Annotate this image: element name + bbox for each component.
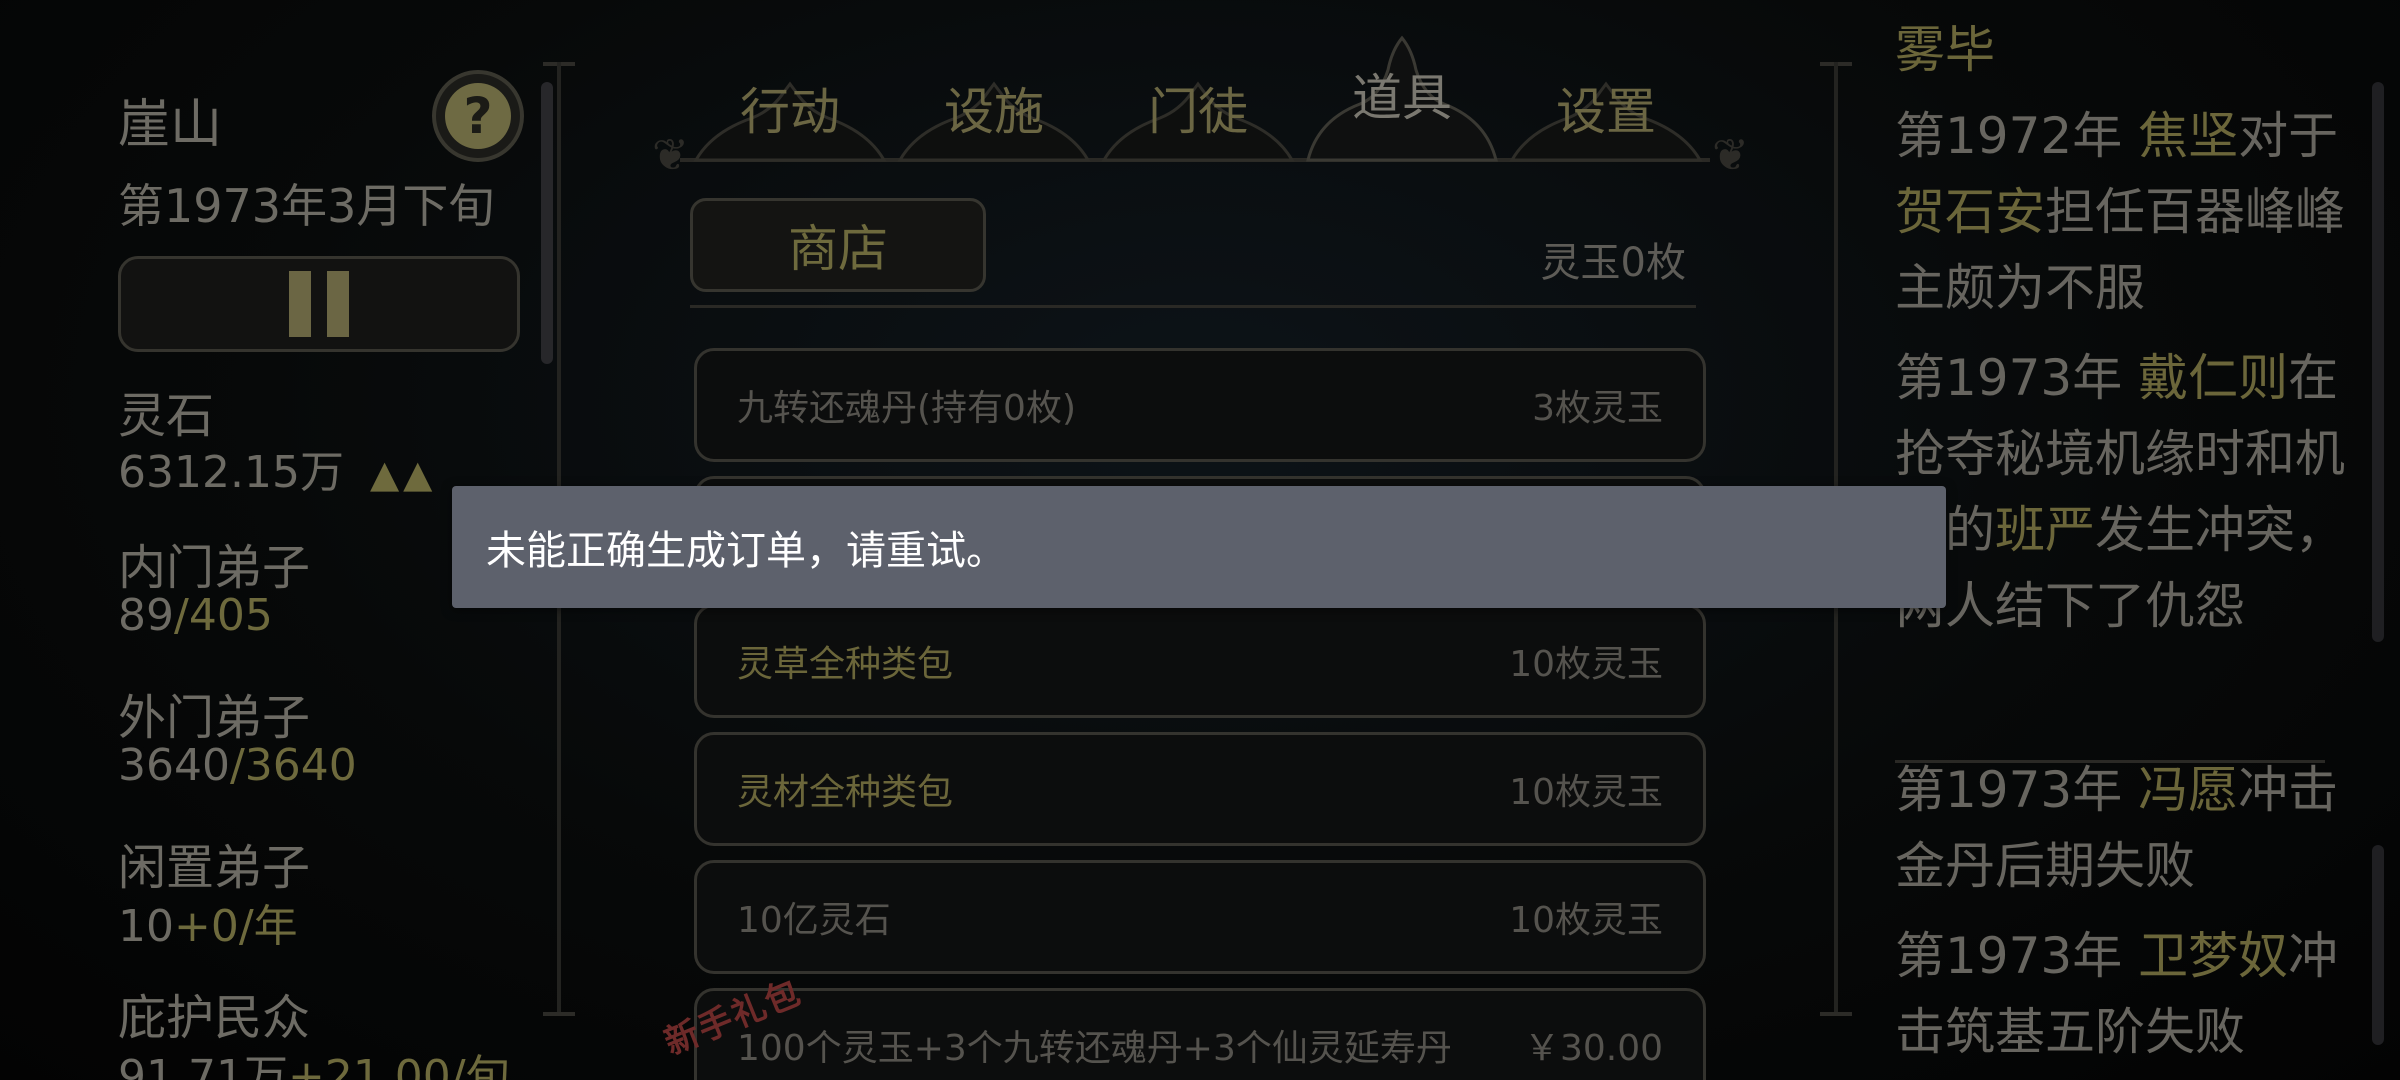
log-scrollbar-thumb[interactable] bbox=[2372, 845, 2384, 1045]
tab-disciples[interactable]: 门徒 bbox=[1100, 62, 1296, 162]
shop-item-revival-pill[interactable]: 九转还魂丹(持有0枚) 3枚灵玉 bbox=[694, 348, 1706, 462]
item-price: 10枚灵玉 bbox=[1509, 900, 1663, 941]
log-year: 第1973年 bbox=[1895, 761, 2139, 819]
log-person: 班严 bbox=[1995, 501, 2095, 559]
stat-label-outer-disciples: 外门弟子 bbox=[118, 690, 311, 746]
stat-number: 91.71万 bbox=[118, 1051, 288, 1080]
ornament-icon: ❦ bbox=[1712, 130, 1749, 181]
log-text: 对于 bbox=[2238, 107, 2339, 165]
shop-item-herb-pack[interactable]: 灵草全种类包 10枚灵玉 bbox=[694, 604, 1706, 718]
jade-balance: 灵玉0枚 bbox=[1540, 240, 1686, 286]
item-price: 3枚灵玉 bbox=[1532, 388, 1663, 429]
stat-label-protected-people: 庇护民众 bbox=[118, 990, 311, 1046]
ornament-icon: ❦ bbox=[652, 130, 689, 181]
toast-message: 未能正确生成订单，请重试。 bbox=[486, 528, 1006, 574]
scroll-cap bbox=[1820, 1012, 1852, 1016]
log-person: 卫梦奴 bbox=[2138, 927, 2289, 985]
shop-item-spirit-stones[interactable]: 10亿灵石 10枚灵玉 bbox=[694, 860, 1706, 974]
shop-button[interactable]: 商店 bbox=[690, 198, 986, 292]
log-year: 第1973年 bbox=[1895, 349, 2139, 407]
left-scrollbar-thumb[interactable] bbox=[541, 82, 553, 364]
stat-value-inner-disciples: 89/405 bbox=[118, 590, 273, 641]
tab-label: 门徒 bbox=[1148, 83, 1248, 141]
log-entry: 第1973年 冯愿冲击金丹后期失败 bbox=[1895, 752, 2355, 904]
stat-value-idle-disciples: 10+0/年 bbox=[118, 890, 298, 954]
item-name: 10亿灵石 bbox=[737, 900, 891, 941]
pause-button[interactable] bbox=[118, 256, 520, 352]
item-price: 10枚灵玉 bbox=[1509, 644, 1663, 685]
trend-up-icon: ▲▲ bbox=[369, 452, 437, 496]
shop-button-label: 商店 bbox=[788, 220, 888, 278]
log-title: 雾毕 bbox=[1895, 21, 1995, 79]
log-person: 冯愿 bbox=[2138, 761, 2239, 819]
stat-number: 10 bbox=[118, 901, 174, 952]
help-button[interactable]: ? bbox=[432, 70, 524, 162]
log-year: 第1973年 bbox=[1895, 927, 2139, 985]
tab-label: 设置 bbox=[1556, 83, 1656, 141]
log-person: 戴仁则 bbox=[2138, 349, 2289, 407]
stat-label-idle-disciples: 闲置弟子 bbox=[118, 840, 311, 896]
log-entry: 第1973年 卫梦奴冲击筑基五阶失败 bbox=[1895, 918, 2355, 1070]
item-price: ￥30.00 bbox=[1523, 1028, 1663, 1069]
error-toast: 未能正确生成订单，请重试。 bbox=[452, 486, 1946, 608]
shop-divider bbox=[690, 305, 1696, 308]
item-price: 10枚灵玉 bbox=[1509, 772, 1663, 813]
item-name: 100个灵玉+3个九转还魂丹+3个仙灵延寿丹 bbox=[737, 1028, 1452, 1069]
stat-number: 6312.15万 bbox=[118, 447, 344, 498]
sect-name: 崖山 bbox=[118, 95, 223, 155]
stat-extra: +21.00/旬 bbox=[287, 1051, 510, 1080]
stat-value-protected-people: 91.71万+21.00/旬 bbox=[118, 1040, 510, 1080]
pause-icon bbox=[327, 271, 349, 337]
stat-value-spirit-stone: 6312.15万 ▲▲ bbox=[118, 436, 436, 500]
tab-facility[interactable]: 设施 bbox=[896, 62, 1092, 162]
game-date: 第1973年3月下旬 bbox=[118, 179, 495, 233]
stat-value-outer-disciples: 3640/3640 bbox=[118, 740, 357, 791]
item-name: 灵材全种类包 bbox=[737, 772, 954, 813]
stat-label-inner-disciples: 内门弟子 bbox=[118, 540, 311, 596]
shop-item-material-pack[interactable]: 灵材全种类包 10枚灵玉 bbox=[694, 732, 1706, 846]
log-scrollbar-thumb[interactable] bbox=[2372, 82, 2384, 642]
item-name: 灵草全种类包 bbox=[737, 644, 954, 685]
log-person: 焦坚 bbox=[2138, 107, 2239, 165]
tab-label: 道具 bbox=[1352, 69, 1452, 127]
tab-label: 设施 bbox=[944, 83, 1044, 141]
stat-extra: /3640 bbox=[229, 740, 357, 791]
stat-extra: /405 bbox=[174, 590, 273, 641]
tab-settings[interactable]: 设置 bbox=[1508, 62, 1704, 162]
stat-number: 89 bbox=[118, 590, 174, 641]
stat-number: 3640 bbox=[118, 740, 230, 791]
item-name: 九转还魂丹(持有0枚) bbox=[737, 388, 1076, 429]
tab-action[interactable]: 行动 bbox=[692, 62, 888, 162]
tab-label: 行动 bbox=[740, 83, 840, 141]
log-year: 第1972年 bbox=[1895, 107, 2139, 165]
log-entry: 第1972年 焦坚对于贺石安担任百器峰峰主颇为不服 bbox=[1895, 98, 2355, 326]
shop-item-starter-pack[interactable]: 100个灵玉+3个九转还魂丹+3个仙灵延寿丹 ￥30.00 bbox=[694, 988, 1706, 1080]
log-person: 贺石安 bbox=[1895, 183, 2045, 241]
log-entry: 第1973年 戴仁则在抢夺秘境机缘时和机阁的班严发生冲突，两人结下了仇怨 bbox=[1895, 340, 2355, 644]
stat-extra: +0/年 bbox=[174, 901, 298, 952]
scroll-cap bbox=[543, 1012, 575, 1016]
tab-items[interactable]: 道具 bbox=[1304, 20, 1500, 162]
pause-icon bbox=[289, 271, 311, 337]
question-mark-icon: ? bbox=[445, 83, 511, 149]
game-screen: 崖山 第1973年3月下旬 ? 灵石 6312.15万 ▲▲ 内门弟子 89/40… bbox=[0, 0, 2400, 1080]
